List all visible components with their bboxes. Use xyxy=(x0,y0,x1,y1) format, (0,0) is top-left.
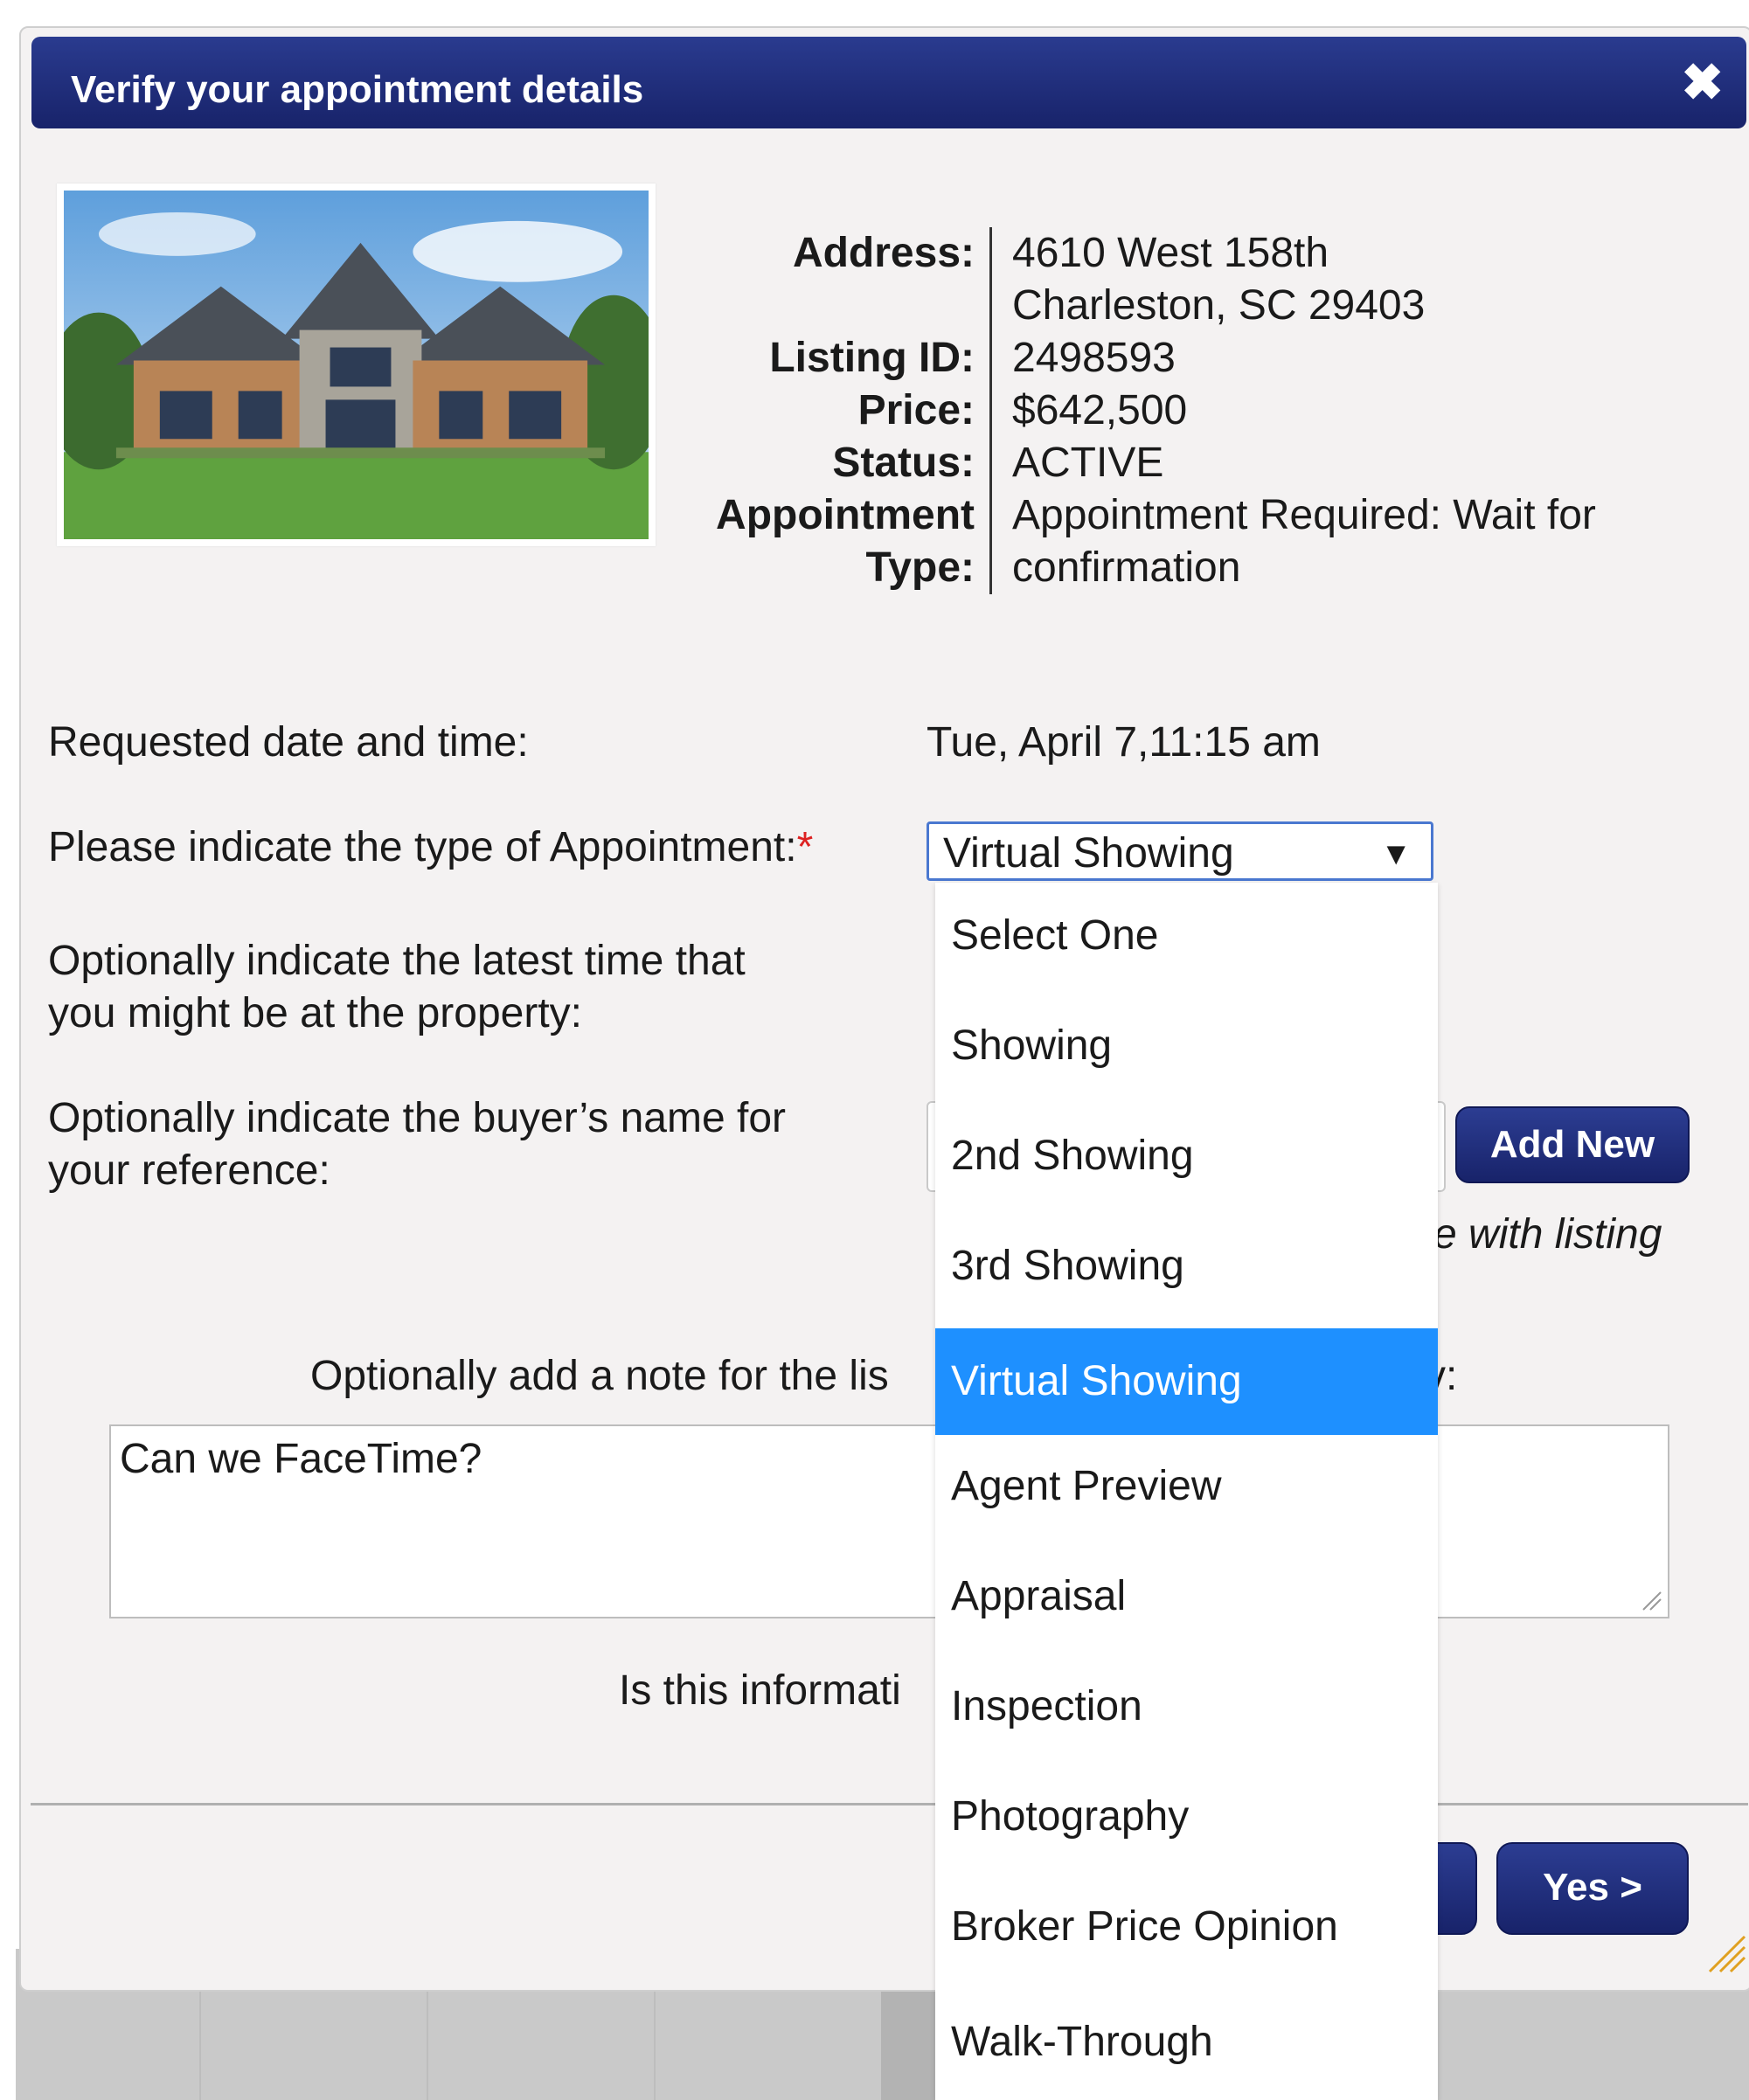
dropdown-option-selected[interactable]: Virtual Showing xyxy=(935,1328,1438,1435)
status-value: ACTIVE xyxy=(1012,440,1164,486)
note-label: Optionally add a note for the lis xyxy=(310,1353,889,1399)
latest-time-label: Optionally indicate the latest time that… xyxy=(48,935,746,1040)
dropdown-option[interactable]: Showing xyxy=(935,993,1438,1099)
required-marker: * xyxy=(796,824,814,870)
dialog-titlebar: Verify your appointment details ✖ xyxy=(31,37,1746,128)
appointment-type-label: Appointment xyxy=(716,492,975,538)
listing-id-value: 2498593 xyxy=(1012,335,1176,381)
buyer-name-label-line: Optionally indicate the buyer’s name for xyxy=(48,1095,787,1141)
dropdown-option[interactable]: Walk-Through xyxy=(935,1989,1438,2096)
footer-divider xyxy=(31,1803,1748,1805)
latest-time-label-line: Optionally indicate the latest time that xyxy=(48,938,746,984)
address-label: Address: xyxy=(792,230,975,276)
appointment-type-value: Appointment Required: Wait for xyxy=(1012,492,1596,538)
listing-info-values: 4610 West 158th Charleston, SC 29403 249… xyxy=(1012,227,1711,594)
appointment-type-value: confirmation xyxy=(1012,544,1241,591)
appointment-type-field-label: Please indicate the type of Appointment:… xyxy=(48,821,813,874)
listing-id-label: Listing ID: xyxy=(769,335,975,381)
resize-grip-icon[interactable] xyxy=(1640,1589,1662,1611)
dialog-title: Verify your appointment details xyxy=(71,68,644,111)
listing-info-labels: Address: Listing ID: Price: Status: Appo… xyxy=(524,227,975,594)
appointment-type-select-value: Virtual Showing xyxy=(943,830,1234,877)
address-value: Charleston, SC 29403 xyxy=(1012,282,1426,329)
latest-time-label-line: you might be at the property: xyxy=(48,990,583,1036)
close-icon[interactable]: ✖ xyxy=(1681,58,1724,108)
dropdown-option[interactable]: Select One xyxy=(935,883,1438,989)
dropdown-option[interactable]: Inspection xyxy=(935,1653,1438,1760)
dropdown-option[interactable]: Agent Preview xyxy=(935,1433,1438,1540)
dropdown-option[interactable]: 2nd Showing xyxy=(935,1103,1438,1209)
add-new-button[interactable]: Add New xyxy=(1455,1106,1690,1183)
dropdown-option[interactable]: 3rd Showing xyxy=(935,1213,1438,1320)
buyer-name-label: Optionally indicate the buyer’s name for… xyxy=(48,1092,786,1197)
confirm-question: Is this informati xyxy=(619,1667,901,1714)
buyer-name-label-line: your reference: xyxy=(48,1147,330,1194)
requested-datetime-label: Requested date and time: xyxy=(48,719,529,766)
chevron-down-icon: ▼ xyxy=(1380,835,1412,871)
status-label: Status: xyxy=(832,440,975,486)
share-note-text: e with listing xyxy=(1433,1211,1662,1258)
appointment-type-label: Type: xyxy=(865,544,975,591)
appointment-type-dropdown: Select One Showing 2nd Showing 3rd Showi… xyxy=(935,883,1438,2100)
price-value: $642,500 xyxy=(1012,387,1188,433)
yes-button[interactable]: Yes > xyxy=(1496,1842,1689,1935)
dropdown-option[interactable]: Appraisal xyxy=(935,1543,1438,1650)
info-divider xyxy=(989,227,992,594)
appointment-type-select[interactable]: Virtual Showing ▼ xyxy=(927,821,1433,881)
dropdown-option[interactable]: Photography xyxy=(935,1764,1438,1870)
address-value: 4610 West 158th xyxy=(1012,230,1329,276)
dialog-resize-icon[interactable] xyxy=(1704,1931,1746,1973)
dropdown-option[interactable]: Broker Price Opinion xyxy=(935,1874,1438,1980)
price-label: Price: xyxy=(857,387,975,433)
note-text: Can we FaceTime? xyxy=(120,1436,482,1482)
requested-datetime-value: Tue, April 7,11:15 am xyxy=(927,719,1321,766)
appointment-type-field-text: Please indicate the type of Appointment: xyxy=(48,824,797,870)
